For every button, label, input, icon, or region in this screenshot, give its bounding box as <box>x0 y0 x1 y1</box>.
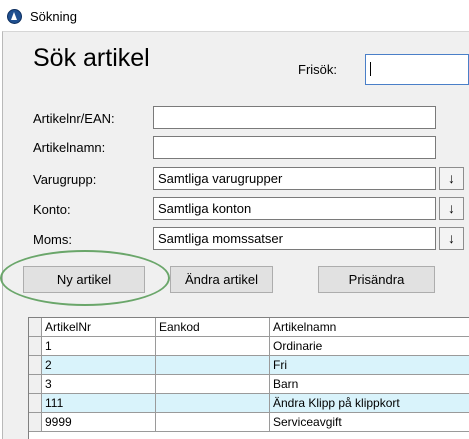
freesearch-label: Frisök: <box>298 62 337 77</box>
table-row[interactable]: 9999 Serviceavgift <box>29 413 469 432</box>
table-row[interactable]: 3 Barn <box>29 375 469 394</box>
cell-ean[interactable] <box>156 337 270 355</box>
name-input[interactable] <box>153 136 436 159</box>
account-label: Konto: <box>33 202 71 217</box>
row-header[interactable] <box>29 375 42 393</box>
cell-name[interactable]: Fri <box>270 356 469 374</box>
group-label: Varugrupp: <box>33 172 97 187</box>
group-select[interactable]: Samtliga varugrupper <box>153 167 436 190</box>
text-caret <box>370 62 371 76</box>
row-header[interactable] <box>29 394 42 412</box>
cell-artnr[interactable]: 2 <box>42 356 156 374</box>
vat-label: Moms: <box>33 232 72 247</box>
cell-name[interactable]: Ordinarie <box>270 337 469 355</box>
column-header-ean[interactable]: Eankod <box>156 318 270 336</box>
window-title: Sökning <box>30 9 77 24</box>
cell-name[interactable]: Ändra Klipp på klippkort <box>270 394 469 412</box>
vat-dropdown-arrow-icon[interactable]: ↓ <box>439 227 464 250</box>
cell-artnr[interactable]: 9999 <box>42 413 156 431</box>
cell-ean[interactable] <box>156 394 270 412</box>
table-row[interactable]: 2 Fri <box>29 356 469 375</box>
row-header[interactable] <box>29 337 42 355</box>
artnr-label: Artikelnr/EAN: <box>33 111 115 126</box>
price-change-button[interactable]: Prisändra <box>318 266 435 293</box>
row-header[interactable] <box>29 413 42 431</box>
edit-article-button[interactable]: Ändra artikel <box>170 266 273 293</box>
table-row[interactable]: 111 Ändra Klipp på klippkort <box>29 394 469 413</box>
artnr-input[interactable] <box>153 106 436 129</box>
account-select[interactable]: Samtliga konton <box>153 197 436 220</box>
cell-artnr[interactable]: 1 <box>42 337 156 355</box>
cell-name[interactable]: Barn <box>270 375 469 393</box>
freesearch-input[interactable] <box>365 54 469 85</box>
group-dropdown-arrow-icon[interactable]: ↓ <box>439 167 464 190</box>
table-row[interactable]: 1 Ordinarie <box>29 337 469 356</box>
app-logo-icon <box>7 9 22 24</box>
column-header-name[interactable]: Artikelnamn <box>270 318 469 336</box>
grid-header-row: ArtikelNr Eankod Artikelnamn <box>29 318 469 337</box>
highlight-circle-annotation <box>0 250 170 306</box>
cell-ean[interactable] <box>156 375 270 393</box>
title-bar: Sökning <box>0 0 469 31</box>
cell-ean[interactable] <box>156 356 270 374</box>
cell-ean[interactable] <box>156 413 270 431</box>
name-label: Artikelnamn: <box>33 140 106 155</box>
cell-artnr[interactable]: 111 <box>42 394 156 412</box>
row-header-corner <box>29 318 42 336</box>
cell-name[interactable]: Serviceavgift <box>270 413 469 431</box>
column-header-artnr[interactable]: ArtikelNr <box>42 318 156 336</box>
account-dropdown-arrow-icon[interactable]: ↓ <box>439 197 464 220</box>
cell-artnr[interactable]: 3 <box>42 375 156 393</box>
row-header[interactable] <box>29 356 42 374</box>
vat-select[interactable]: Samtliga momssatser <box>153 227 436 250</box>
article-grid[interactable]: ArtikelNr Eankod Artikelnamn 1 Ordinarie… <box>28 317 469 439</box>
page-title: Sök artikel <box>33 44 150 72</box>
